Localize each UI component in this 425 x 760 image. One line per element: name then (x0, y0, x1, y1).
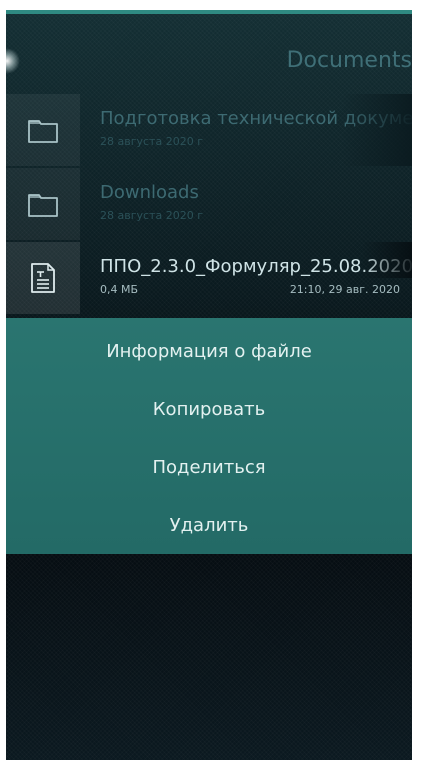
icon-tile (6, 94, 80, 166)
screen: Documents Подготовка технической докумен… (6, 10, 412, 760)
menu-item-delete[interactable]: Удалить (6, 496, 412, 554)
context-menu: Информация о файле Копировать Поделиться… (6, 318, 412, 554)
menu-item-share[interactable]: Поделиться (6, 438, 412, 496)
file-date: 28 августа 2020 г (100, 135, 203, 148)
folder-icon (28, 120, 58, 143)
text-document-icon (31, 263, 55, 293)
icon-tile (6, 242, 80, 314)
file-name: Подготовка технической документации (100, 108, 412, 129)
file-size: 0,4 МБ (100, 283, 139, 296)
top-accent-line (6, 10, 412, 14)
file-name: ППО_2.3.0_Формуляр_25.08.2020 (100, 256, 412, 277)
icon-tile (6, 168, 80, 240)
menu-item-file-info[interactable]: Информация о файле (6, 322, 412, 380)
folder-icon (28, 194, 58, 217)
file-list-item-document-selected[interactable]: ППО_2.3.0_Формуляр_25.08.2020 0,4 МБ 21:… (6, 242, 412, 314)
file-list-item-folder-1[interactable]: Подготовка технической документации 28 а… (6, 94, 412, 166)
page-title: Documents (286, 48, 412, 73)
file-date: 28 августа 2020 г (100, 209, 203, 222)
file-list-item-folder-2[interactable]: Downloads 28 августа 2020 г (6, 168, 412, 240)
text-fade (342, 94, 412, 166)
menu-item-copy[interactable]: Копировать (6, 380, 412, 438)
file-modified: 21:10, 29 авг. 2020 (289, 283, 400, 296)
pulley-menu-indicator[interactable] (6, 48, 20, 74)
file-name: Downloads (100, 182, 199, 203)
